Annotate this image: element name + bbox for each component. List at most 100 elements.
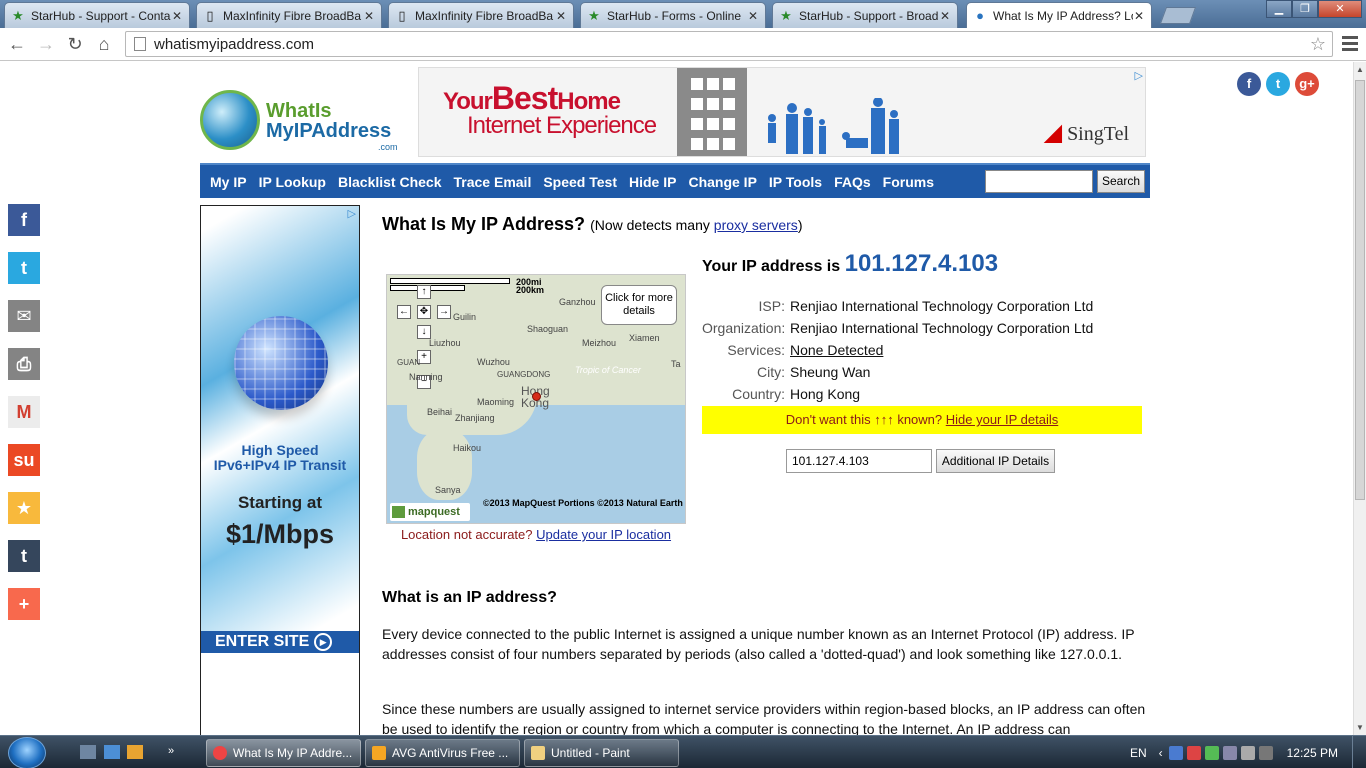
additional-ip-details-button[interactable]: Additional IP Details [936,449,1055,473]
start-button[interactable] [8,737,46,768]
close-icon[interactable]: ✕ [939,9,951,23]
nav-speed-test[interactable]: Speed Test [537,174,623,190]
print-icon[interactable]: ⎙ [8,348,40,380]
pan-down-icon[interactable]: ↓ [417,325,431,339]
twitter-icon[interactable]: t [1266,72,1290,96]
facebook-icon[interactable]: f [1237,72,1261,96]
proxy-servers-link[interactable]: proxy servers [714,217,798,233]
close-icon[interactable]: ✕ [747,9,759,23]
minimize-button[interactable]: ▁ [1266,0,1292,18]
ip-lookup-input[interactable]: 101.127.4.103 [786,449,932,473]
globe-icon [200,90,260,150]
email-icon[interactable]: ✉ [8,300,40,332]
side-ad[interactable]: ▷ High Speed IPv6+IPv4 IP Transit Startin… [200,205,360,735]
close-icon[interactable]: ✕ [555,9,567,23]
power-icon[interactable] [1258,745,1273,760]
building-illustration [677,68,747,156]
logo-suffix: .com [378,142,398,152]
clock[interactable]: 12:25 PM [1287,746,1338,760]
home-icon[interactable]: ⌂ [93,33,115,55]
update-location-link[interactable]: Update your IP location [536,527,671,542]
google-plus-icon[interactable]: g+ [1295,72,1319,96]
nav-faqs[interactable]: FAQs [828,174,877,190]
more-icon[interactable]: + [8,588,40,620]
network-icon[interactable] [1168,745,1183,760]
tab-maxinfinity-1[interactable]: ▯ MaxInfinity Fibre BroadBa ✕ [196,2,382,28]
social-follow: f t g+ [1237,72,1319,96]
tab-starhub-forms[interactable]: ★ StarHub - Forms - Online ✕ [580,2,766,28]
flag-icon[interactable] [1204,745,1219,760]
pan-center-icon[interactable]: ✥ [417,305,431,319]
tray-expand-icon[interactable]: ‹ [1159,746,1163,760]
scrollbar-thumb[interactable] [1355,80,1365,500]
nav-ip-tools[interactable]: IP Tools [763,174,828,190]
scale-km: 200km [516,285,545,295]
back-arrow-icon[interactable]: ← [6,33,28,55]
volume-icon[interactable] [1240,745,1255,760]
pan-right-icon[interactable]: → [437,305,451,319]
ip-address: 101.127.4.103 [844,250,999,277]
nav-blacklist-check[interactable]: Blacklist Check [332,174,448,190]
window-close-button[interactable]: ✕ [1318,0,1362,18]
tab-starhub-broadband[interactable]: ★ StarHub - Support - Broad ✕ [772,2,958,28]
mapquest-logo[interactable]: mapquest [390,503,470,521]
services-link[interactable]: None Detected [790,342,883,358]
bookmark-star-icon[interactable]: ☆ [1310,34,1326,55]
search-button[interactable]: Search [1097,170,1145,193]
hide-ip-link[interactable]: Hide your IP details [946,412,1059,427]
vertical-scrollbar[interactable]: ▲ ▼ [1353,62,1366,735]
task-chrome[interactable]: What Is My IP Addre... [206,739,361,767]
location-map[interactable]: 200mi 200km ↑ ← ✥ → ↓ + − Ganzhou Guilin … [386,274,686,524]
adchoices-icon[interactable]: ▷ [1135,69,1143,82]
enter-site-button[interactable]: ENTER SITE ▶ [201,631,359,653]
scroll-down-icon[interactable]: ▼ [1356,723,1364,732]
task-avg[interactable]: AVG AntiVirus Free ... [365,739,520,767]
tab-maxinfinity-2[interactable]: ▯ MaxInfinity Fibre BroadBa ✕ [388,2,574,28]
task-paint[interactable]: Untitled - Paint [524,739,679,767]
pan-left-icon[interactable]: ← [397,305,411,319]
nav-trace-email[interactable]: Trace Email [448,174,538,190]
tab-whatismyip[interactable]: ● What Is My IP Address? Lo ✕ [966,2,1152,28]
twitter-icon[interactable]: t [8,252,40,284]
forward-arrow-icon[interactable]: → [35,33,57,55]
favorites-icon[interactable]: ★ [8,492,40,524]
scroll-up-icon[interactable]: ▲ [1356,65,1364,74]
new-tab-button[interactable] [1159,7,1197,24]
show-desktop-button[interactable] [1352,736,1366,768]
language-indicator[interactable]: EN [1130,746,1147,760]
map-place: Haikou [453,443,482,453]
stumbleupon-icon[interactable]: su [8,444,40,476]
search-input[interactable] [985,170,1093,193]
close-icon[interactable]: ✕ [171,9,183,23]
pan-up-icon[interactable]: ↑ [417,285,431,299]
address-bar[interactable]: whatismyipaddress.com ☆ [125,31,1333,57]
show-desktop-icon[interactable] [80,745,96,759]
close-icon[interactable]: ✕ [363,9,375,23]
nav-my-ip[interactable]: My IP [204,174,253,190]
warning-text: Don't want this ↑↑↑ known? [785,412,943,427]
close-icon[interactable]: ✕ [1133,9,1145,23]
reload-icon[interactable]: ↻ [64,33,86,55]
banner-ad[interactable]: YourBestHome Internet Experience ◢ SingT… [418,67,1146,157]
nav-change-ip[interactable]: Change IP [682,174,762,190]
nav-hide-ip[interactable]: Hide IP [623,174,682,190]
menu-icon[interactable] [1342,36,1358,54]
facebook-icon[interactable]: f [8,204,40,236]
nav-forums[interactable]: Forums [877,174,940,190]
nav-ip-lookup[interactable]: IP Lookup [253,174,332,190]
location-pin-icon[interactable] [532,392,541,401]
antivirus-icon[interactable] [1186,745,1201,760]
gmail-icon[interactable]: M [8,396,40,428]
explorer-icon[interactable] [104,745,120,759]
tab-starhub-contact[interactable]: ★ StarHub - Support - Conta ✕ [4,2,190,28]
article-heading: What is an IP address? [382,589,557,606]
site-logo[interactable]: WhatIs MyIPAddress .com [200,90,405,154]
adchoices-icon[interactable]: ▷ [348,207,356,220]
map-popup[interactable]: Click for more details [601,285,677,325]
media-player-icon[interactable] [127,745,143,759]
map-place: GUANGDONG [497,370,551,379]
chevron-right-icon[interactable]: » [168,745,184,759]
maximize-button[interactable]: ❐ [1292,0,1318,18]
tumblr-icon[interactable]: t [8,540,40,572]
monitor-icon[interactable] [1222,745,1237,760]
